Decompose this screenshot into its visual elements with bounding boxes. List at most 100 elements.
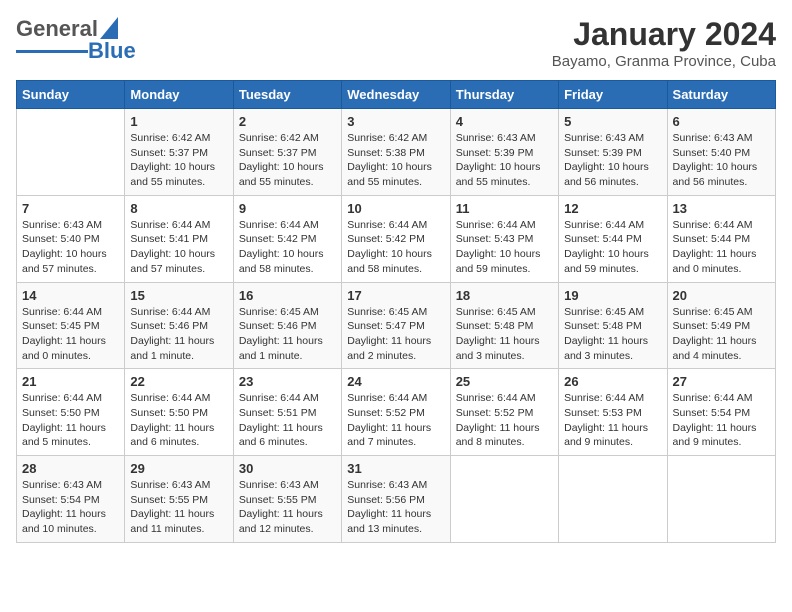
day-number: 6 [673,114,770,129]
day-number: 17 [347,288,444,303]
day-number: 24 [347,374,444,389]
day-info: Sunrise: 6:43 AM Sunset: 5:56 PM Dayligh… [347,478,444,537]
day-info: Sunrise: 6:44 AM Sunset: 5:45 PM Dayligh… [22,305,119,364]
day-info: Sunrise: 6:44 AM Sunset: 5:46 PM Dayligh… [130,305,227,364]
day-info: Sunrise: 6:45 AM Sunset: 5:47 PM Dayligh… [347,305,444,364]
logo-underline [16,50,88,53]
day-number: 16 [239,288,336,303]
day-info: Sunrise: 6:44 AM Sunset: 5:50 PM Dayligh… [130,391,227,450]
calendar-cell: 14 Sunrise: 6:44 AM Sunset: 5:45 PM Dayli… [17,282,125,369]
day-number: 21 [22,374,119,389]
day-number: 19 [564,288,661,303]
calendar-cell: 18Sunrise: 6:45 AM Sunset: 5:48 PM Dayli… [450,282,558,369]
header-monday: Monday [125,81,233,109]
calendar-header-row: SundayMondayTuesdayWednesdayThursdayFrid… [17,81,776,109]
header-tuesday: Tuesday [233,81,341,109]
week-row-2: 7Sunrise: 6:43 AM Sunset: 5:40 PM Daylig… [17,195,776,282]
day-number: 9 [239,201,336,216]
calendar-cell: 4 Sunrise: 6:43 AM Sunset: 5:39 PM Daylig… [450,109,558,196]
header-wednesday: Wednesday [342,81,450,109]
day-info: Sunrise: 6:44 AM Sunset: 5:51 PM Dayligh… [239,391,336,450]
calendar-cell: 10Sunrise: 6:44 AM Sunset: 5:42 PM Dayli… [342,195,450,282]
calendar-cell: 8 Sunrise: 6:44 AM Sunset: 5:41 PM Daylig… [125,195,233,282]
calendar-cell [17,109,125,196]
calendar-cell: 20 Sunrise: 6:45 AM Sunset: 5:49 PM Dayli… [667,282,775,369]
header-saturday: Saturday [667,81,775,109]
calendar-cell: 29 Sunrise: 6:43 AM Sunset: 5:55 PM Dayli… [125,456,233,543]
calendar-cell: 23 Sunrise: 6:44 AM Sunset: 5:51 PM Dayli… [233,369,341,456]
day-number: 13 [673,201,770,216]
calendar-cell: 2 Sunrise: 6:42 AM Sunset: 5:37 PM Daylig… [233,109,341,196]
calendar-cell: 7Sunrise: 6:43 AM Sunset: 5:40 PM Daylig… [17,195,125,282]
day-info: Sunrise: 6:43 AM Sunset: 5:55 PM Dayligh… [130,478,227,537]
week-row-5: 28Sunrise: 6:43 AM Sunset: 5:54 PM Dayli… [17,456,776,543]
calendar-cell: 28Sunrise: 6:43 AM Sunset: 5:54 PM Dayli… [17,456,125,543]
calendar-cell: 30 Sunrise: 6:43 AM Sunset: 5:55 PM Dayli… [233,456,341,543]
calendar-title-block: January 2024 Bayamo, Granma Province, Cu… [552,16,776,70]
day-info: Sunrise: 6:44 AM Sunset: 5:44 PM Dayligh… [564,218,661,277]
day-info: Sunrise: 6:44 AM Sunset: 5:53 PM Dayligh… [564,391,661,450]
day-number: 10 [347,201,444,216]
day-info: Sunrise: 6:44 AM Sunset: 5:50 PM Dayligh… [22,391,119,450]
day-number: 30 [239,461,336,476]
day-info: Sunrise: 6:43 AM Sunset: 5:39 PM Dayligh… [564,131,661,190]
week-row-4: 21 Sunrise: 6:44 AM Sunset: 5:50 PM Dayli… [17,369,776,456]
logo-blue: Blue [88,38,136,64]
day-number: 1 [130,114,227,129]
week-row-1: 1 Sunrise: 6:42 AM Sunset: 5:37 PM Daylig… [17,109,776,196]
calendar-month-year: January 2024 [552,16,776,53]
day-number: 14 [22,288,119,303]
day-info: Sunrise: 6:44 AM Sunset: 5:41 PM Dayligh… [130,218,227,277]
calendar-cell: 9 Sunrise: 6:44 AM Sunset: 5:42 PM Daylig… [233,195,341,282]
header-sunday: Sunday [17,81,125,109]
day-info: Sunrise: 6:44 AM Sunset: 5:42 PM Dayligh… [239,218,336,277]
calendar-cell [667,456,775,543]
day-number: 18 [456,288,553,303]
calendar-table: SundayMondayTuesdayWednesdayThursdayFrid… [16,80,776,543]
day-info: Sunrise: 6:45 AM Sunset: 5:46 PM Dayligh… [239,305,336,364]
calendar-cell: 31Sunrise: 6:43 AM Sunset: 5:56 PM Dayli… [342,456,450,543]
day-info: Sunrise: 6:45 AM Sunset: 5:49 PM Dayligh… [673,305,770,364]
day-info: Sunrise: 6:43 AM Sunset: 5:54 PM Dayligh… [22,478,119,537]
day-number: 7 [22,201,119,216]
day-info: Sunrise: 6:42 AM Sunset: 5:38 PM Dayligh… [347,131,444,190]
day-number: 25 [456,374,553,389]
day-number: 29 [130,461,227,476]
calendar-cell: 21 Sunrise: 6:44 AM Sunset: 5:50 PM Dayli… [17,369,125,456]
calendar-cell: 1Sunrise: 6:42 AM Sunset: 5:37 PM Daylig… [125,109,233,196]
calendar-cell: 27 Sunrise: 6:44 AM Sunset: 5:54 PM Dayli… [667,369,775,456]
day-number: 20 [673,288,770,303]
day-number: 4 [456,114,553,129]
day-number: 27 [673,374,770,389]
calendar-cell: 11Sunrise: 6:44 AM Sunset: 5:43 PM Dayli… [450,195,558,282]
calendar-cell: 19 Sunrise: 6:45 AM Sunset: 5:48 PM Dayli… [559,282,667,369]
calendar-cell: 5 Sunrise: 6:43 AM Sunset: 5:39 PM Daylig… [559,109,667,196]
day-info: Sunrise: 6:42 AM Sunset: 5:37 PM Dayligh… [239,131,336,190]
day-info: Sunrise: 6:43 AM Sunset: 5:40 PM Dayligh… [673,131,770,190]
day-info: Sunrise: 6:45 AM Sunset: 5:48 PM Dayligh… [564,305,661,364]
day-info: Sunrise: 6:44 AM Sunset: 5:44 PM Dayligh… [673,218,770,277]
calendar-cell: 16 Sunrise: 6:45 AM Sunset: 5:46 PM Dayli… [233,282,341,369]
week-row-3: 14 Sunrise: 6:44 AM Sunset: 5:45 PM Dayli… [17,282,776,369]
day-number: 22 [130,374,227,389]
day-number: 2 [239,114,336,129]
calendar-cell: 12Sunrise: 6:44 AM Sunset: 5:44 PM Dayli… [559,195,667,282]
day-info: Sunrise: 6:43 AM Sunset: 5:39 PM Dayligh… [456,131,553,190]
page-header: General Blue January 2024 Bayamo, Granma… [16,16,776,70]
calendar-cell: 13 Sunrise: 6:44 AM Sunset: 5:44 PM Dayli… [667,195,775,282]
day-number: 5 [564,114,661,129]
day-info: Sunrise: 6:44 AM Sunset: 5:54 PM Dayligh… [673,391,770,450]
calendar-cell: 3Sunrise: 6:42 AM Sunset: 5:38 PM Daylig… [342,109,450,196]
day-number: 11 [456,201,553,216]
logo: General Blue [16,16,136,64]
day-number: 8 [130,201,227,216]
day-number: 15 [130,288,227,303]
day-info: Sunrise: 6:43 AM Sunset: 5:55 PM Dayligh… [239,478,336,537]
calendar-cell [559,456,667,543]
day-info: Sunrise: 6:44 AM Sunset: 5:52 PM Dayligh… [456,391,553,450]
day-info: Sunrise: 6:44 AM Sunset: 5:52 PM Dayligh… [347,391,444,450]
day-number: 23 [239,374,336,389]
calendar-cell: 26Sunrise: 6:44 AM Sunset: 5:53 PM Dayli… [559,369,667,456]
calendar-cell [450,456,558,543]
calendar-cell: 6 Sunrise: 6:43 AM Sunset: 5:40 PM Daylig… [667,109,775,196]
